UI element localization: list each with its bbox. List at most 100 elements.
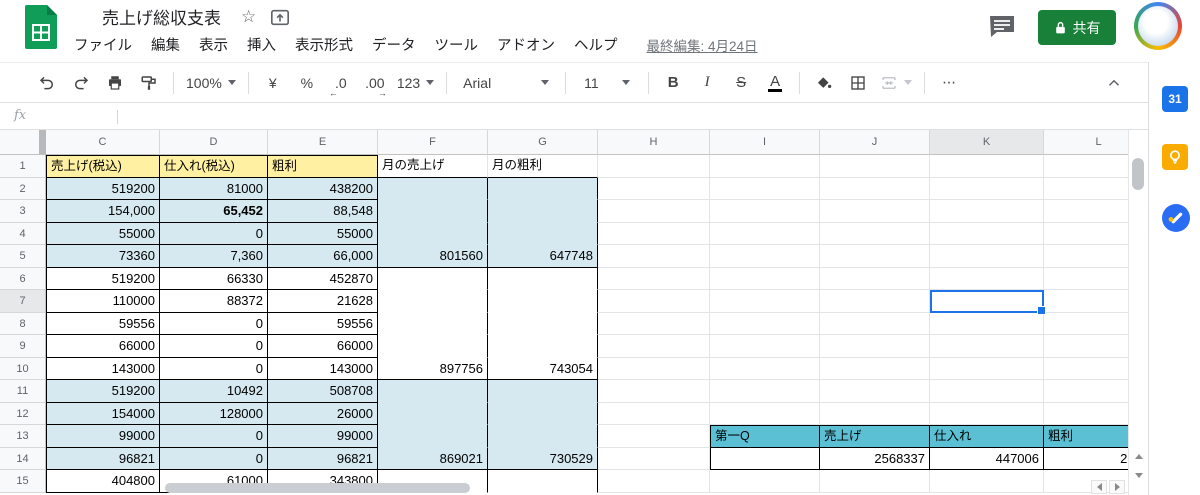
cell-J13[interactable]: 売上げ [820, 425, 930, 448]
row-header-9[interactable]: 9 [0, 335, 46, 358]
cell-K15[interactable] [930, 470, 1044, 493]
cell-E9[interactable]: 66000 [268, 335, 378, 358]
collapse-toolbar-button[interactable] [1102, 70, 1126, 96]
cell-K8[interactable] [930, 313, 1044, 336]
cell-C13[interactable]: 99000 [46, 425, 160, 448]
cell-F10[interactable]: 897756 [378, 358, 488, 381]
fill-color-button[interactable] [812, 70, 836, 96]
cell-G9[interactable] [488, 335, 598, 358]
cell-J14[interactable]: 2568337 [820, 448, 930, 471]
cell-J11[interactable] [820, 380, 930, 403]
cell-H2[interactable] [598, 178, 710, 201]
col-header-H[interactable]: H [598, 130, 710, 155]
row-header-14[interactable]: 14 [0, 448, 46, 471]
cell-L4[interactable] [1044, 223, 1128, 246]
cell-J10[interactable] [820, 358, 930, 381]
cell-I8[interactable] [710, 313, 820, 336]
col-header-K[interactable]: K [930, 130, 1044, 155]
cell-E11[interactable]: 508708 [268, 380, 378, 403]
cell-L11[interactable] [1044, 380, 1128, 403]
row-header-3[interactable]: 3 [0, 200, 46, 223]
paint-format-button[interactable] [137, 70, 161, 96]
cell-L2[interactable] [1044, 178, 1128, 201]
cell-D2[interactable]: 81000 [160, 178, 268, 201]
cell-F13[interactable] [378, 425, 488, 448]
cell-I14[interactable] [710, 448, 820, 471]
menu-view[interactable]: 表示 [199, 34, 228, 55]
row-header-12[interactable]: 12 [0, 403, 46, 426]
cell-G11[interactable] [488, 380, 598, 403]
cell-L5[interactable] [1044, 245, 1128, 268]
cell-K12[interactable] [930, 403, 1044, 426]
cell-I1[interactable] [710, 155, 820, 178]
cell-F1[interactable]: 月の売上げ [378, 155, 488, 178]
cell-C7[interactable]: 110000 [46, 290, 160, 313]
cell-E10[interactable]: 143000 [268, 358, 378, 381]
cell-E1[interactable]: 粗利 [268, 155, 378, 178]
cell-H4[interactable] [598, 223, 710, 246]
share-button[interactable]: 共有 [1038, 10, 1116, 45]
strikethrough-button[interactable]: S [729, 70, 753, 96]
cell-C2[interactable]: 519200 [46, 178, 160, 201]
row-header-11[interactable]: 11 [0, 380, 46, 403]
cell-F2[interactable] [378, 178, 488, 201]
cell-I6[interactable] [710, 268, 820, 291]
cell-D11[interactable]: 10492 [160, 380, 268, 403]
document-title[interactable]: 売上げ総収支表 [102, 4, 221, 29]
cell-J2[interactable] [820, 178, 930, 201]
cell-C12[interactable]: 154000 [46, 403, 160, 426]
scroll-right-button[interactable] [1109, 480, 1125, 494]
row-header-15[interactable]: 15 [0, 470, 46, 493]
cell-G3[interactable] [488, 200, 598, 223]
menu-format[interactable]: 表示形式 [295, 34, 353, 55]
cell-K7[interactable] [930, 290, 1044, 313]
row-header-2[interactable]: 2 [0, 178, 46, 201]
cell-G14[interactable]: 730529 [488, 448, 598, 471]
cell-E4[interactable]: 55000 [268, 223, 378, 246]
cell-H1[interactable] [598, 155, 710, 178]
cell-K2[interactable] [930, 178, 1044, 201]
bold-button[interactable]: B [661, 70, 685, 96]
text-color-button[interactable]: A [763, 70, 787, 96]
cell-C3[interactable]: 154,000 [46, 200, 160, 223]
cell-K14[interactable]: 447006 [930, 448, 1044, 471]
cell-G6[interactable] [488, 268, 598, 291]
cell-L10[interactable] [1044, 358, 1128, 381]
cell-L12[interactable] [1044, 403, 1128, 426]
cell-F14[interactable]: 869021 [378, 448, 488, 471]
cell-K6[interactable] [930, 268, 1044, 291]
cell-H13[interactable] [598, 425, 710, 448]
cell-J6[interactable] [820, 268, 930, 291]
vertical-scrollbar[interactable] [1128, 130, 1148, 495]
cell-H14[interactable] [598, 448, 710, 471]
star-icon[interactable]: ☆ [241, 8, 256, 25]
redo-button[interactable] [69, 70, 93, 96]
cell-G5[interactable]: 647748 [488, 245, 598, 268]
comment-history-icon[interactable] [988, 14, 1016, 40]
row-header-1[interactable]: 1 [0, 155, 46, 178]
cell-D1[interactable]: 仕入れ(税込) [160, 155, 268, 178]
cell-C1[interactable]: 売上げ(税込) [46, 155, 160, 178]
sheets-logo-icon[interactable] [24, 4, 58, 50]
cell-H12[interactable] [598, 403, 710, 426]
cell-L13[interactable]: 粗利 [1044, 425, 1128, 448]
cell-C14[interactable]: 96821 [46, 448, 160, 471]
cell-E13[interactable]: 99000 [268, 425, 378, 448]
cell-D9[interactable]: 0 [160, 335, 268, 358]
menu-help[interactable]: ヘルプ [574, 34, 618, 55]
cell-H5[interactable] [598, 245, 710, 268]
cell-E6[interactable]: 452870 [268, 268, 378, 291]
cell-I5[interactable] [710, 245, 820, 268]
cell-H3[interactable] [598, 200, 710, 223]
cell-D7[interactable]: 88372 [160, 290, 268, 313]
col-header-I[interactable]: I [710, 130, 820, 155]
cell-I12[interactable] [710, 403, 820, 426]
col-header-C[interactable]: C [46, 130, 160, 155]
cell-J9[interactable] [820, 335, 930, 358]
row-header-5[interactable]: 5 [0, 245, 46, 268]
cell-L3[interactable] [1044, 200, 1128, 223]
menu-edit[interactable]: 編集 [151, 34, 180, 55]
cell-L9[interactable] [1044, 335, 1128, 358]
zoom-select[interactable]: 100% [186, 70, 236, 96]
cell-E2[interactable]: 438200 [268, 178, 378, 201]
